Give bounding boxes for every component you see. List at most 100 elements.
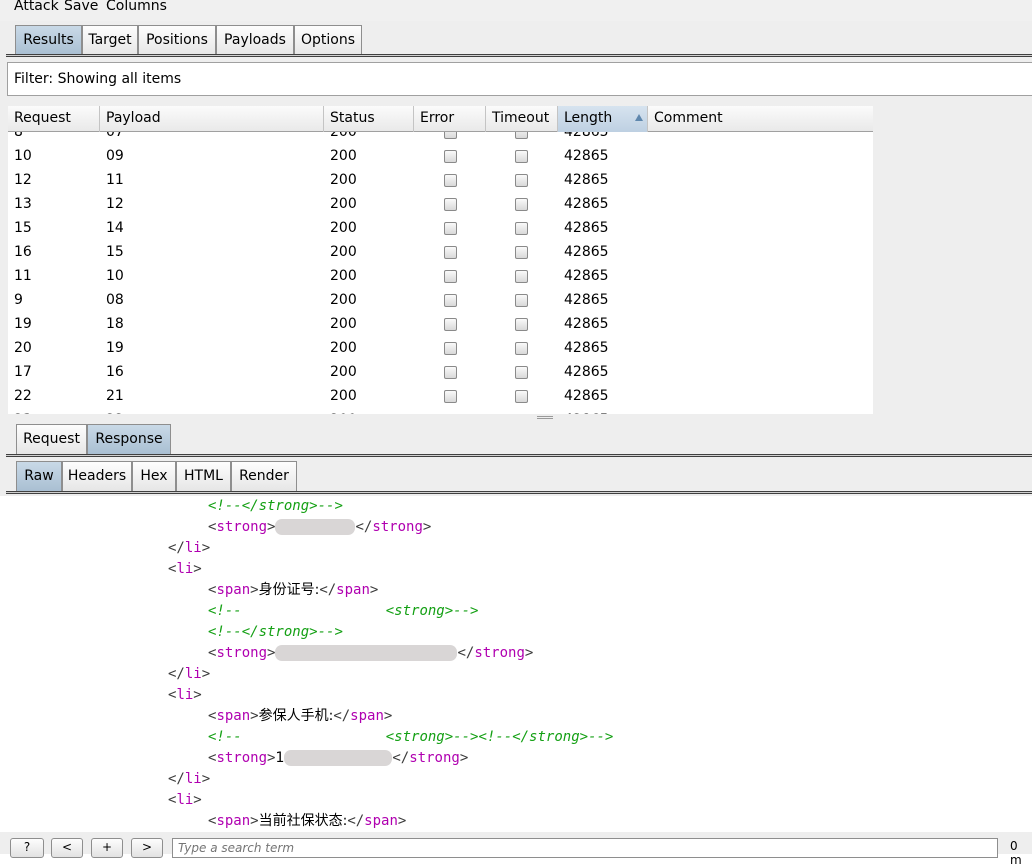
col-request[interactable]: Request [8, 106, 100, 132]
tab-hex[interactable]: Hex [132, 461, 176, 491]
cell-payload: 16 [106, 364, 124, 380]
code-line: <strong>1 </strong> [208, 750, 469, 766]
menu-columns[interactable]: Columns [106, 0, 167, 14]
tab-response[interactable]: Response [87, 424, 171, 454]
cell-length: 42865 [564, 268, 609, 284]
error-checkbox[interactable] [444, 246, 457, 259]
timeout-checkbox[interactable] [515, 294, 528, 307]
tab-results[interactable]: Results [15, 25, 82, 55]
col-comment[interactable]: Comment [648, 106, 873, 132]
cell-status: 200 [330, 292, 357, 308]
code-line: </li> [168, 540, 211, 556]
filter-bar[interactable]: Filter: Showing all items [7, 62, 1032, 96]
error-checkbox[interactable] [444, 390, 457, 403]
cell-status: 200 [330, 316, 357, 332]
code-line: <!--</strong>--> [208, 498, 343, 514]
tab-positions[interactable]: Positions [138, 25, 216, 55]
cell-payload: 12 [106, 196, 124, 212]
tab-html[interactable]: HTML [176, 461, 231, 491]
menu-attack[interactable]: Attack [14, 0, 59, 14]
tab-render[interactable]: Render [231, 461, 297, 491]
error-checkbox[interactable] [444, 318, 457, 331]
col-timeout[interactable]: Timeout [486, 106, 558, 132]
error-checkbox[interactable] [444, 294, 457, 307]
cell-status: 200 [330, 196, 357, 212]
timeout-checkbox[interactable] [515, 150, 528, 163]
table-row[interactable]: 20 19 200 42865 [8, 336, 873, 360]
col-length[interactable]: Length [558, 106, 648, 132]
previous-match-button[interactable]: < [51, 838, 83, 858]
tab-target[interactable]: Target [82, 25, 138, 55]
options-button[interactable]: + [91, 838, 123, 858]
code-line: <span>身份证号:</span> [208, 582, 379, 598]
cell-length: 42865 [564, 220, 609, 236]
col-length-label: Length [564, 110, 613, 126]
col-status[interactable]: Status [324, 106, 414, 132]
timeout-checkbox[interactable] [515, 222, 528, 235]
timeout-checkbox[interactable] [515, 174, 528, 187]
tab-divider-2 [6, 454, 1032, 457]
timeout-checkbox[interactable] [515, 198, 528, 211]
results-table-body: 8 07 200 42865 10 09 200 42865 12 11 200 42865 13 12 2… [8, 120, 873, 414]
table-row[interactable]: 13 12 200 42865 [8, 192, 873, 216]
cell-status: 200 [330, 220, 357, 236]
table-row[interactable]: 15 14 200 42865 [8, 216, 873, 240]
cell-request: 22 [14, 388, 32, 404]
cell-payload: 10 [106, 268, 124, 284]
error-checkbox[interactable] [444, 342, 457, 355]
table-row[interactable]: 19 18 200 42865 [8, 312, 873, 336]
menu-save[interactable]: Save [64, 0, 98, 14]
col-error[interactable]: Error [414, 106, 486, 132]
cell-length: 42865 [564, 364, 609, 380]
table-row[interactable]: 10 09 200 42865 [8, 144, 873, 168]
table-row[interactable]: 9 08 200 42865 [8, 288, 873, 312]
main-tab-bar: Results Target Positions Payloads Option… [0, 21, 1032, 58]
view-tab-bar: Raw Headers Hex HTML Render [0, 460, 1032, 496]
cell-payload: 19 [106, 340, 124, 356]
tab-payloads[interactable]: Payloads [216, 25, 294, 55]
error-checkbox[interactable] [444, 150, 457, 163]
error-checkbox[interactable] [444, 198, 457, 211]
cell-length: 42865 [564, 172, 609, 188]
pane-splitter[interactable] [0, 414, 1032, 422]
cell-length: 42865 [564, 388, 609, 404]
search-input[interactable] [172, 838, 998, 858]
code-line: <span>当前社保状态:</span> [208, 813, 407, 829]
table-row[interactable]: 12 11 200 42865 [8, 168, 873, 192]
tab-headers[interactable]: Headers [62, 461, 132, 491]
timeout-checkbox[interactable] [515, 342, 528, 355]
table-row[interactable]: 11 10 200 42865 [8, 264, 873, 288]
menu-bar: Attack Save Columns [0, 0, 1032, 21]
table-row[interactable]: 22 21 200 42865 [8, 384, 873, 408]
timeout-checkbox[interactable] [515, 366, 528, 379]
error-checkbox[interactable] [444, 366, 457, 379]
timeout-checkbox[interactable] [515, 246, 528, 259]
table-empty-space [873, 106, 1032, 414]
redacted-id-number [275, 645, 458, 661]
timeout-checkbox[interactable] [515, 270, 528, 283]
tab-raw[interactable]: Raw [16, 461, 62, 491]
response-raw-view[interactable]: <!--</strong>--> <strong> </strong> </li>… [7, 496, 1032, 832]
cell-request: 15 [14, 220, 32, 236]
redacted-name [275, 519, 356, 535]
timeout-checkbox[interactable] [515, 390, 528, 403]
tab-options[interactable]: Options [294, 25, 362, 55]
table-row[interactable]: 17 16 200 42865 [8, 360, 873, 384]
cell-status: 200 [330, 172, 357, 188]
tab-request[interactable]: Request [16, 424, 87, 454]
error-checkbox[interactable] [444, 270, 457, 283]
cell-request: 19 [14, 316, 32, 332]
cell-status: 200 [330, 364, 357, 380]
cell-request: 13 [14, 196, 32, 212]
cell-request: 20 [14, 340, 32, 356]
timeout-checkbox[interactable] [515, 318, 528, 331]
error-checkbox[interactable] [444, 222, 457, 235]
next-match-button[interactable]: > [131, 838, 163, 858]
table-row[interactable]: 16 15 200 42865 [8, 240, 873, 264]
code-line: <!-- <strong>--><!--</strong>--> [208, 729, 614, 745]
cell-status: 200 [330, 244, 357, 260]
col-payload[interactable]: Payload [100, 106, 324, 132]
error-checkbox[interactable] [444, 174, 457, 187]
help-button[interactable]: ? [10, 838, 44, 858]
code-line: <!-- <strong>--> [208, 603, 479, 619]
